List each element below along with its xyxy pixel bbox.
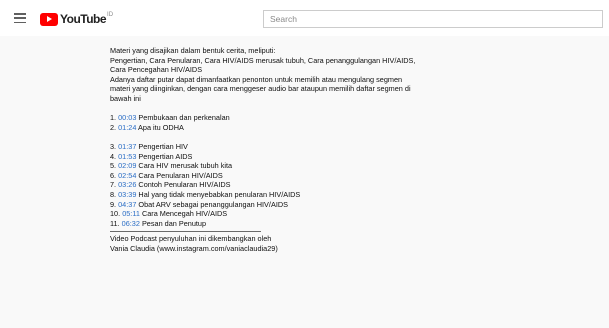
description-line: Adanya daftar putar dapat dimanfaatkan p… [110,74,403,84]
chapter-item: 7. 03:26 Contoh Penularan HIV/AIDS [110,180,231,190]
description-line: bawah ini [110,93,141,103]
chapter-timestamp-link[interactable]: 03:26 [118,180,136,189]
chapter-timestamp-link[interactable]: 01:53 [118,152,136,161]
chapter-timestamp-link[interactable]: 01:37 [118,142,136,151]
description-footer-line: Video Podcast penyuluhan ini dikembangka… [110,234,272,244]
description-footer-line: Vania Claudia (www.instagram.com/vaniacl… [110,243,278,253]
play-logo-icon [40,12,58,26]
chapter-item: 8. 03:39 Hal yang tidak menyebabkan penu… [110,189,301,199]
description-divider [110,231,261,233]
description-line: Pengertian, Cara Penularan, Cara HIV/AID… [110,55,416,65]
chapter-item: 11. 06:32 Pesan dan Penutup [110,218,207,228]
description-line: Cara Pencegahan HIV/AIDS [110,65,203,75]
chapter-item: 2. 01:24 Apa itu ODHA [110,122,184,132]
logo-region-code: ID [107,12,114,18]
chapter-item: 9. 04:37 Obat ARV sebagai penanggulangan… [110,199,288,209]
chapter-timestamp-link[interactable]: 06:32 [122,219,140,228]
chapter-timestamp-link[interactable]: 01:24 [118,123,136,132]
description-line: Materi yang disajikan dalam bentuk cerit… [110,46,276,55]
search-input[interactable] [263,10,603,28]
masthead: YouTube ID [0,0,609,36]
chapter-timestamp-link[interactable]: 03:39 [118,190,136,199]
description-line: materi yang diinginkan, dengan cara meng… [110,84,411,94]
hamburger-menu-icon[interactable] [14,13,26,24]
chapter-item: 3. 01:37 Pengertian HIV [110,141,188,151]
chapter-item: 4. 01:53 Pengertian AIDS [110,151,193,161]
chapter-timestamp-link[interactable]: 00:03 [118,113,136,122]
logo-text: YouTube [60,12,107,26]
chapter-item: 6. 02:54 Cara Penularan HIV/AIDS [110,170,223,180]
chapter-item: 1. 00:03 Pembukaan dan perkenalan [110,113,230,123]
chapter-timestamp-link[interactable]: 02:09 [118,161,136,170]
chapter-item: 10. 05:11 Cara Mencegah HIV/AIDS [110,209,228,219]
chapter-timestamp-link[interactable]: 05:11 [122,209,140,218]
video-description: Materi yang disajikan dalam bentuk cerit… [110,46,510,253]
chapter-timestamp-link[interactable]: 04:37 [118,200,136,209]
chapter-timestamp-link[interactable]: 02:54 [118,171,136,180]
youtube-logo[interactable]: YouTube ID [40,12,113,26]
chapter-item: 5. 02:09 Cara HIV merusak tubuh kita [110,161,233,171]
